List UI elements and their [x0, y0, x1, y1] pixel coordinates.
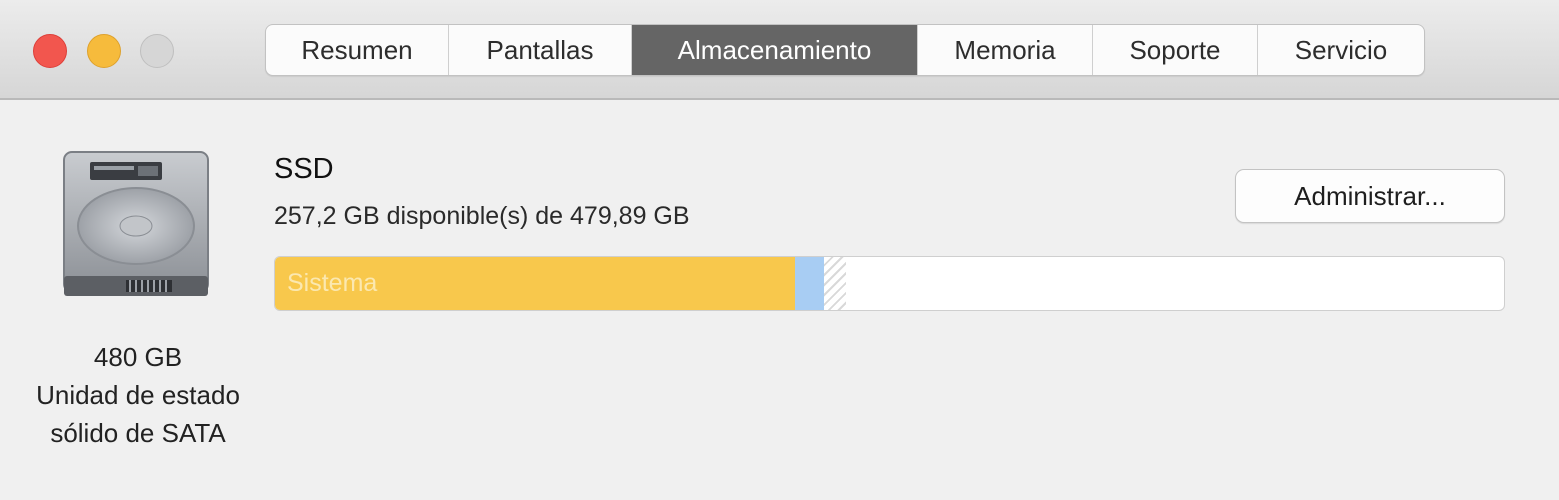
volume-availability: 257,2 GB disponible(s) de 479,89 GB: [274, 202, 690, 230]
disk-type-line1: Unidad de estado: [36, 380, 240, 410]
storage-segment-purgeable: [824, 257, 847, 310]
tab-soporte[interactable]: Soporte: [1093, 25, 1258, 75]
tab-servicio[interactable]: Servicio: [1258, 25, 1424, 75]
storage-usage-bar: Sistema: [274, 256, 1505, 311]
tab-resumen[interactable]: Resumen: [266, 25, 449, 75]
storage-segment-system: Sistema: [275, 257, 795, 310]
zoom-window-button: [140, 34, 174, 68]
hard-drive-icon: [60, 150, 212, 305]
storage-segment-label: Sistema: [287, 269, 378, 297]
volume-name: SSD: [274, 153, 334, 185]
disk-type-line2: sólido de SATA: [50, 418, 226, 448]
tab-bar: Resumen Pantallas Almacenamiento Memoria…: [265, 24, 1425, 76]
manage-storage-button[interactable]: Administrar...: [1235, 169, 1505, 223]
storage-segment-other: [794, 257, 825, 310]
disk-capacity: 480 GB: [93, 342, 183, 372]
close-window-button[interactable]: [33, 34, 67, 68]
tab-pantallas[interactable]: Pantallas: [449, 25, 632, 75]
tab-almacenamiento[interactable]: Almacenamiento: [632, 25, 918, 75]
window-titlebar: Resumen Pantallas Almacenamiento Memoria…: [0, 0, 1559, 100]
minimize-window-button[interactable]: [87, 34, 121, 68]
tab-memoria[interactable]: Memoria: [918, 25, 1093, 75]
disk-description: 480 GB Unidad de estado sólido de SATA: [0, 338, 276, 452]
